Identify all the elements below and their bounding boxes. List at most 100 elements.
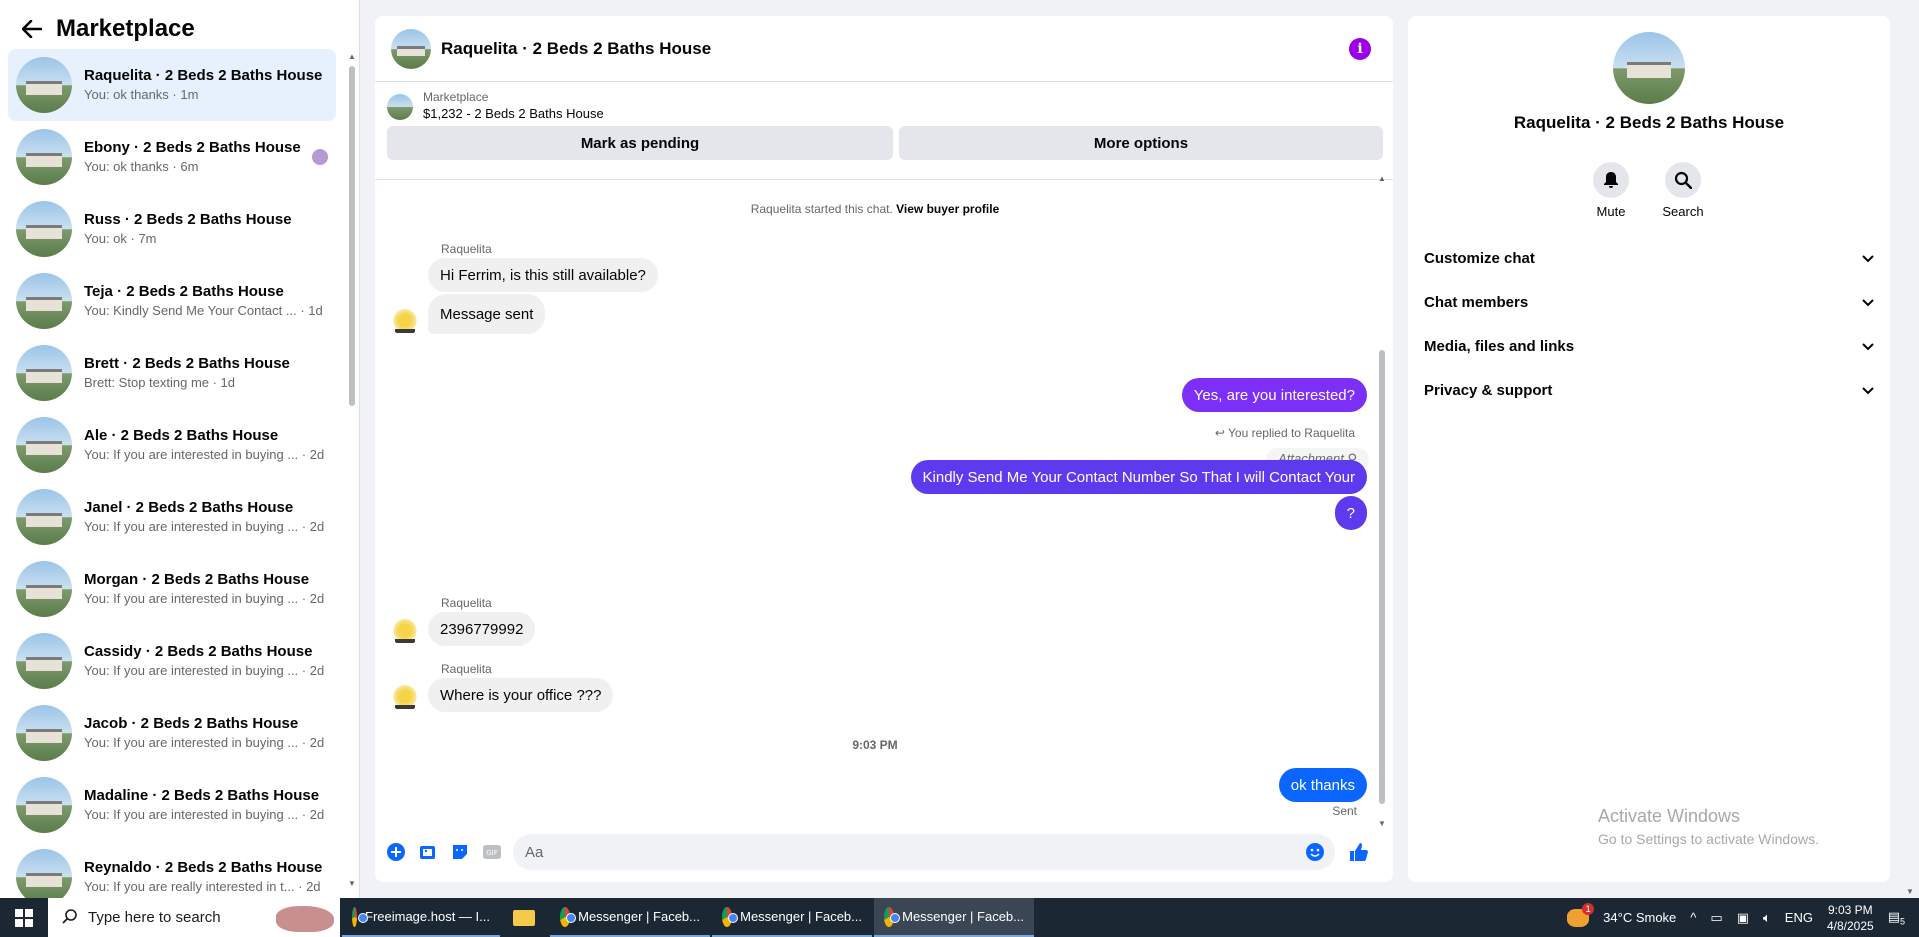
conversation-item[interactable]: Ebony · 2 Beds 2 Baths House You: ok than…: [8, 121, 336, 193]
thumbs-up-icon[interactable]: [1347, 841, 1369, 863]
conversation-item[interactable]: Madaline · 2 Beds 2 Baths House You: If y…: [8, 769, 336, 841]
taskbar-app-freeimage[interactable]: Freeimage.host — I...: [342, 898, 500, 937]
customize-chat-section[interactable]: Customize chat: [1424, 240, 1874, 276]
details-avatar[interactable]: [1613, 32, 1685, 104]
sender-avatar[interactable]: [391, 618, 419, 646]
conversation-item[interactable]: Cassidy · 2 Beds 2 Baths House You: If yo…: [8, 625, 336, 697]
conversation-item[interactable]: Raquelita · 2 Beds 2 Baths House You: ok …: [8, 49, 336, 121]
sidebar-scrollbar[interactable]: ▲ ▼: [347, 52, 356, 888]
outgoing-message[interactable]: Kindly Send Me Your Contact Number So Th…: [910, 460, 1367, 494]
search-icon: [1665, 162, 1701, 198]
conversation-name: Russ · 2 Beds 2 Baths House: [84, 211, 292, 228]
conversation-name: Teja · 2 Beds 2 Baths House: [84, 283, 284, 300]
taskbar-app-messenger-2[interactable]: Messenger | Faceb...: [712, 898, 872, 937]
chevron-up-icon[interactable]: ^: [1690, 910, 1696, 925]
conversation-avatar: [16, 633, 72, 689]
conversation-preview: You: If you are interested in buying ...…: [84, 663, 325, 678]
view-buyer-profile-link[interactable]: View buyer profile: [896, 202, 999, 216]
sender-avatar[interactable]: [391, 308, 419, 336]
message-timestamp: 9:03 PM: [852, 738, 898, 752]
reply-icon: ↩: [1214, 426, 1229, 440]
conversation-avatar: [16, 129, 72, 185]
chat-scrollbar[interactable]: ▲ ▼: [1378, 174, 1387, 828]
conversation-avatar: [16, 345, 72, 401]
sender-name: Raquelita: [441, 242, 492, 256]
sender-avatar[interactable]: [391, 684, 419, 712]
conversation-name: Ale · 2 Beds 2 Baths House: [84, 427, 279, 444]
photo-icon[interactable]: [417, 841, 439, 863]
windows-start-icon[interactable]: [0, 898, 48, 937]
meet-icon[interactable]: ▭: [1710, 910, 1722, 926]
more-options-button[interactable]: More options: [899, 126, 1383, 160]
weather-text[interactable]: 34°C Smoke: [1603, 910, 1676, 925]
sender-name: Raquelita: [441, 596, 492, 610]
mute-label: Mute: [1596, 204, 1626, 219]
chat-members-section[interactable]: Chat members: [1424, 284, 1874, 320]
sent-status: Sent: [1332, 804, 1357, 818]
incoming-message[interactable]: Message sent: [428, 294, 546, 334]
taskbar-search[interactable]: Type here to search: [48, 898, 340, 937]
bell-icon: [1593, 162, 1629, 198]
conversation-item[interactable]: Reynaldo · 2 Beds 2 Baths House You: If y…: [8, 841, 336, 898]
chat-avatar[interactable]: [391, 28, 431, 69]
outgoing-message[interactable]: ok thanks: [1278, 768, 1367, 802]
search-button[interactable]: Search: [1653, 162, 1713, 219]
windows-taskbar: Type here to search Freeimage.host — I..…: [0, 898, 1919, 937]
back-arrow-icon[interactable]: [20, 17, 44, 41]
chat-header: Raquelita · 2 Beds 2 Baths House i: [375, 16, 1393, 82]
incoming-message[interactable]: 2396779992: [428, 612, 536, 646]
mark-as-pending-button[interactable]: Mark as pending: [387, 126, 893, 160]
conversation-avatar: [16, 849, 72, 898]
conversation-avatar: [16, 57, 72, 113]
svg-text:GIF: GIF: [486, 849, 498, 857]
conversation-item[interactable]: Brett · 2 Beds 2 Baths House Brett: Stop …: [8, 337, 336, 409]
conversation-name: Madaline · 2 Beds 2 Baths House: [84, 787, 320, 804]
conversation-preview: You: Kindly Send Me Your Contact ... · 1…: [84, 303, 323, 318]
chevron-down-icon: [1862, 382, 1874, 399]
conversation-preview: You: If you are interested in buying ...…: [84, 591, 325, 606]
conversation-avatar: [16, 705, 72, 761]
gif-icon[interactable]: GIF: [481, 841, 503, 863]
system-tray: 34°C Smoke ^ ▭ ▣ 🔈︎ ENG 9:03 PM 4/8/2025…: [1567, 898, 1919, 937]
chevron-down-icon: [1862, 250, 1874, 267]
emoji-icon[interactable]: [1305, 842, 1325, 866]
outgoing-message[interactable]: Yes, are you interested?: [1181, 378, 1367, 412]
chrome-icon: [560, 906, 577, 927]
media-files-links-section[interactable]: Media, files and links: [1424, 328, 1874, 364]
conversation-name: Janel · 2 Beds 2 Baths House: [84, 499, 294, 516]
language-indicator[interactable]: ENG: [1785, 910, 1813, 925]
conversation-name: Morgan · 2 Beds 2 Baths House: [84, 571, 310, 588]
outgoing-message[interactable]: ?: [1334, 496, 1367, 530]
privacy-support-section[interactable]: Privacy & support: [1424, 372, 1874, 408]
incoming-message[interactable]: Hi Ferrim, is this still available?: [428, 258, 658, 292]
plus-circle-icon[interactable]: [385, 841, 407, 863]
chat-scroll-thumb[interactable]: [1379, 350, 1385, 804]
notification-icon[interactable]: ▤5: [1888, 909, 1905, 927]
info-icon[interactable]: i: [1349, 38, 1371, 60]
sidebar-scroll-thumb[interactable]: [349, 66, 355, 406]
mute-button[interactable]: Mute: [1581, 162, 1641, 219]
conversation-item[interactable]: Russ · 2 Beds 2 Baths House You: ok · 7m: [8, 193, 336, 265]
listing-thumbnail[interactable]: [387, 94, 413, 120]
listing-price[interactable]: $1,232 - 2 Beds 2 Baths House: [423, 106, 604, 121]
weather-icon[interactable]: [1567, 902, 1595, 927]
message-input[interactable]: Aa: [513, 834, 1335, 870]
conversation-avatar: [16, 561, 72, 617]
chat-title[interactable]: Raquelita · 2 Beds 2 Baths House: [441, 39, 711, 59]
chevron-down-icon: [1862, 338, 1874, 355]
taskbar-app-messenger-1[interactable]: Messenger | Faceb...: [550, 898, 710, 937]
conversation-item[interactable]: Janel · 2 Beds 2 Baths House You: If you …: [8, 481, 336, 553]
network-icon[interactable]: ▣: [1737, 910, 1749, 926]
page-scrollbar[interactable]: ▼: [1902, 0, 1919, 898]
file-explorer-icon[interactable]: [500, 898, 548, 937]
conversation-item[interactable]: Morgan · 2 Beds 2 Baths House You: If you…: [8, 553, 336, 625]
volume-icon[interactable]: 🔈︎: [1763, 910, 1771, 926]
incoming-message[interactable]: Where is your office ???: [428, 678, 614, 712]
clock[interactable]: 9:03 PM 4/8/2025: [1827, 902, 1874, 934]
conversation-item[interactable]: Ale · 2 Beds 2 Baths House You: If you ar…: [8, 409, 336, 481]
taskbar-app-messenger-3[interactable]: Messenger | Faceb...: [874, 898, 1034, 937]
conversation-item[interactable]: Teja · 2 Beds 2 Baths House You: Kindly S…: [8, 265, 336, 337]
conversation-item[interactable]: Jacob · 2 Beds 2 Baths House You: If you …: [8, 697, 336, 769]
conversation-avatar: [16, 201, 72, 257]
sticker-icon[interactable]: [449, 841, 471, 863]
